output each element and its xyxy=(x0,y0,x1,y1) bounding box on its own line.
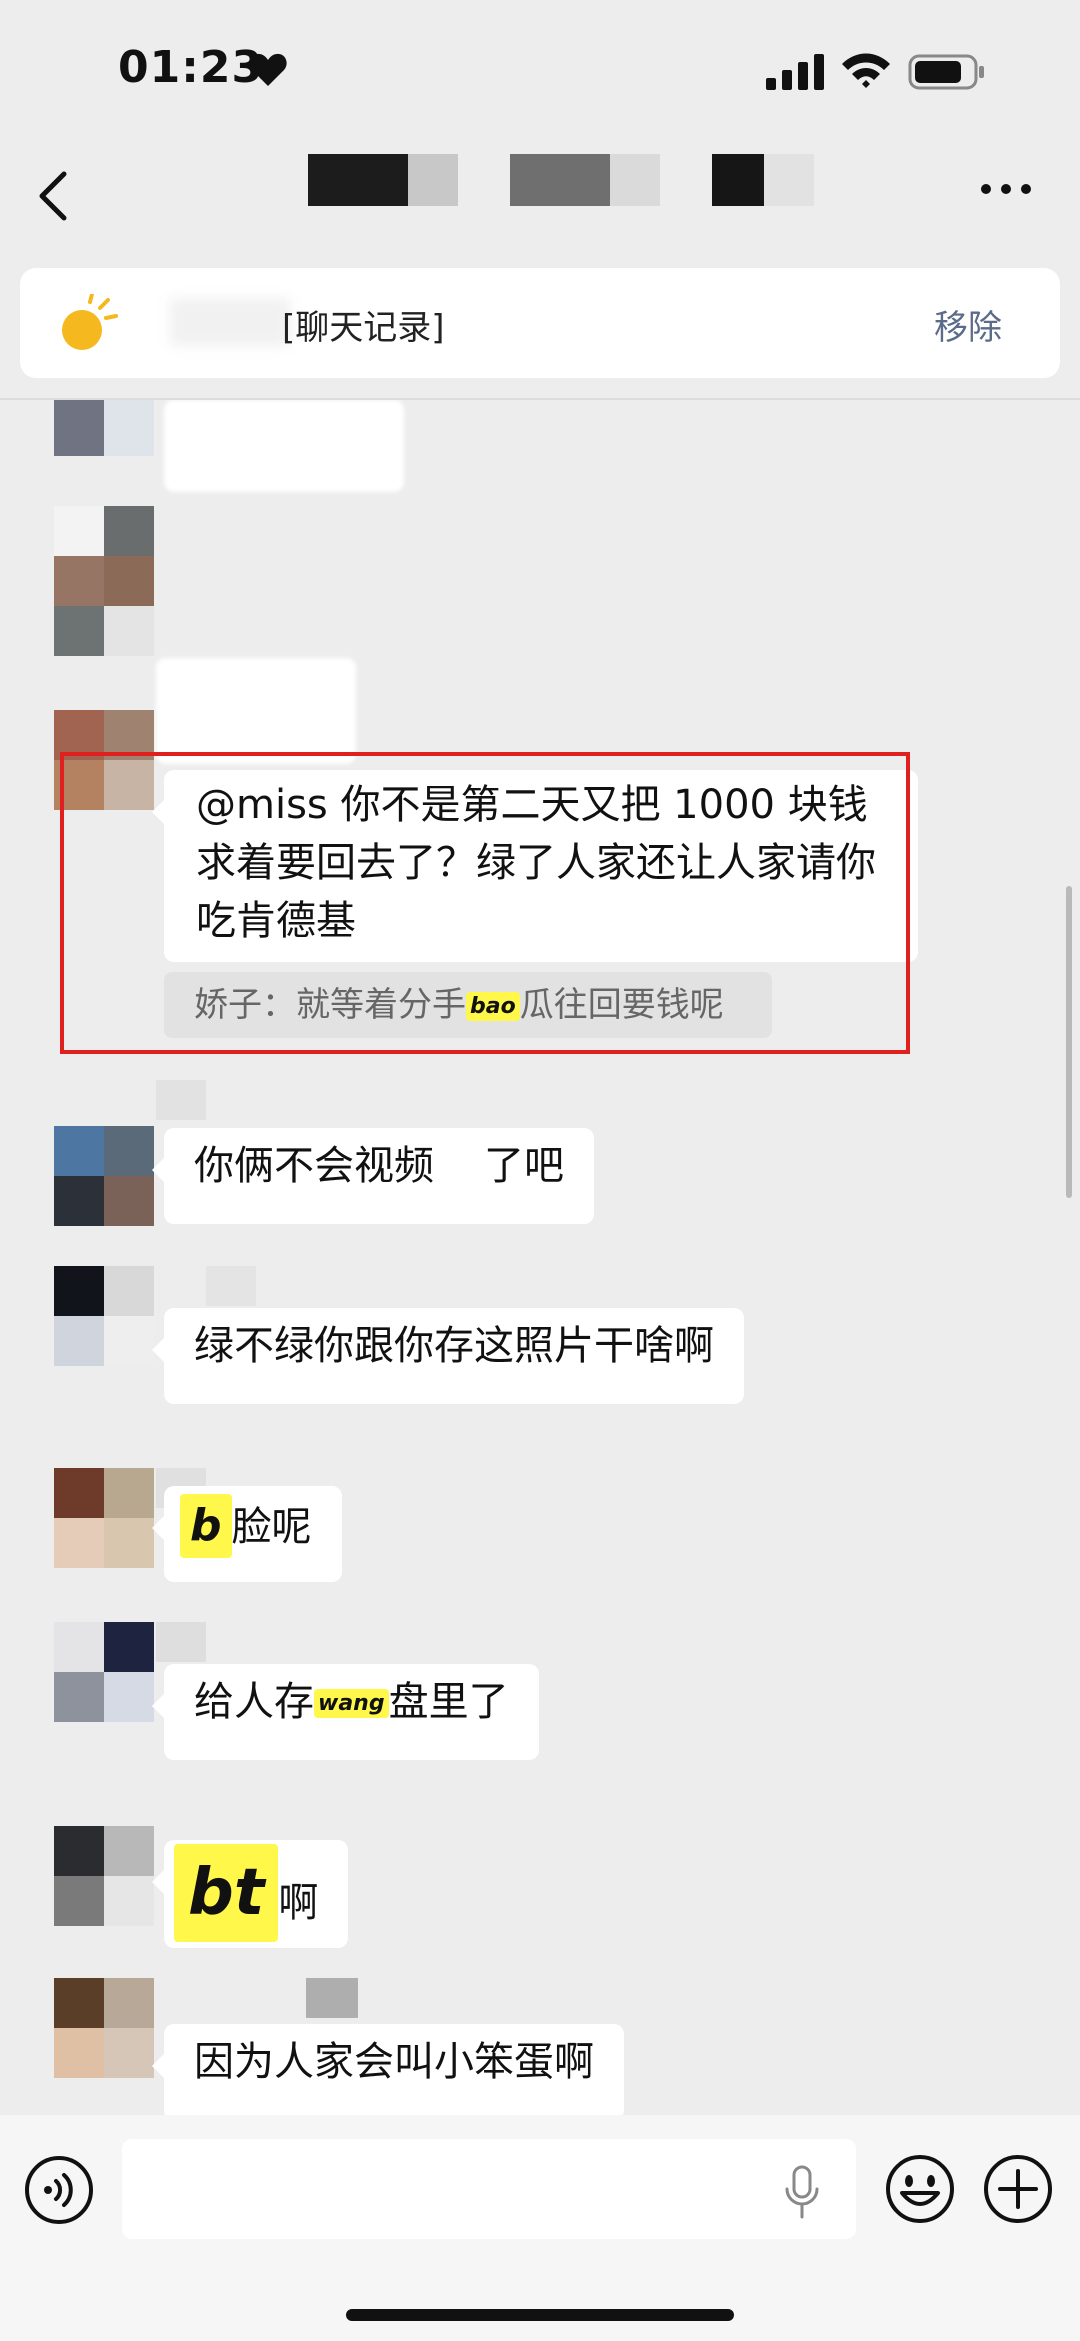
scrollbar[interactable] xyxy=(1066,886,1072,1198)
battery-icon xyxy=(908,54,984,90)
name-mosaic xyxy=(306,1978,358,2018)
message-bubble[interactable]: 给人存 wang 盘里了 xyxy=(152,1664,539,1760)
message-text: 你俩不会视频 xyxy=(194,1143,434,1189)
message-bubble[interactable]: bt 啊 xyxy=(151,1840,349,1948)
voice-input-icon[interactable] xyxy=(24,2155,94,2225)
plus-icon[interactable] xyxy=(982,2153,1054,2225)
message-text: 啊 xyxy=(278,1880,319,1926)
avatar[interactable] xyxy=(54,1978,154,2078)
input-bar xyxy=(0,2115,1080,2341)
heart-icon xyxy=(249,53,287,86)
message-text: 了吧 xyxy=(484,1143,564,1189)
annotation-highlight: b xyxy=(180,1494,232,1558)
remove-pinned-button[interactable]: 移除 xyxy=(934,300,1002,349)
message-text: 盘里了 xyxy=(388,1679,509,1725)
wifi-icon xyxy=(842,53,890,88)
message-input[interactable] xyxy=(122,2139,856,2239)
blurred-bubble xyxy=(164,400,404,492)
annotation-highlight: wang xyxy=(314,1689,389,1718)
chat-message-list[interactable]: @miss 你不是第二天又把 1000 块钱求着要回去了？绿了人家还让人家请你吃… xyxy=(0,400,1080,2115)
status-bar: 01:23 xyxy=(0,0,1080,140)
avatar[interactable] xyxy=(54,1266,154,1366)
name-mosaic xyxy=(156,1622,206,1662)
message-text: 脸呢 xyxy=(231,1504,312,1550)
message-bubble[interactable]: 你俩不会视频 了吧 xyxy=(152,1128,594,1224)
message-bubble[interactable]: 绿不绿你跟你存这照片干啥啊 xyxy=(152,1308,744,1404)
avatar[interactable] xyxy=(54,1622,154,1722)
nav-bar xyxy=(0,140,1080,250)
avatar[interactable] xyxy=(54,1126,154,1226)
pinned-sender-mosaic xyxy=(170,298,290,346)
avatar[interactable] xyxy=(54,400,154,456)
pinned-label: [聊天记录] xyxy=(282,308,445,348)
status-time: 01:23 xyxy=(118,42,264,93)
avatar[interactable] xyxy=(54,1826,154,1926)
annotation-highlight: bt xyxy=(174,1844,279,1942)
message-bubble[interactable]: b 脸呢 xyxy=(152,1486,342,1582)
avatar[interactable] xyxy=(54,1468,154,1568)
message-text: 给人存 xyxy=(194,1679,314,1725)
signal-icon xyxy=(766,54,824,90)
home-indicator xyxy=(346,2309,734,2321)
sun-icon xyxy=(62,294,118,350)
name-mosaic xyxy=(206,1266,256,1306)
blurred-bubble xyxy=(156,658,356,764)
microphone-icon[interactable] xyxy=(784,2165,820,2219)
avatar[interactable] xyxy=(54,506,154,656)
message-bubble[interactable]: 因为人家会叫小笨蛋啊 xyxy=(152,2024,624,2115)
more-icon[interactable] xyxy=(980,182,1032,196)
annotation-red-box xyxy=(60,752,910,1054)
name-mosaic xyxy=(156,1080,206,1120)
pinned-message-bar[interactable]: [聊天记录] 移除 xyxy=(20,268,1060,378)
back-arrow-icon[interactable] xyxy=(34,168,74,224)
emoji-icon[interactable] xyxy=(884,2153,956,2225)
